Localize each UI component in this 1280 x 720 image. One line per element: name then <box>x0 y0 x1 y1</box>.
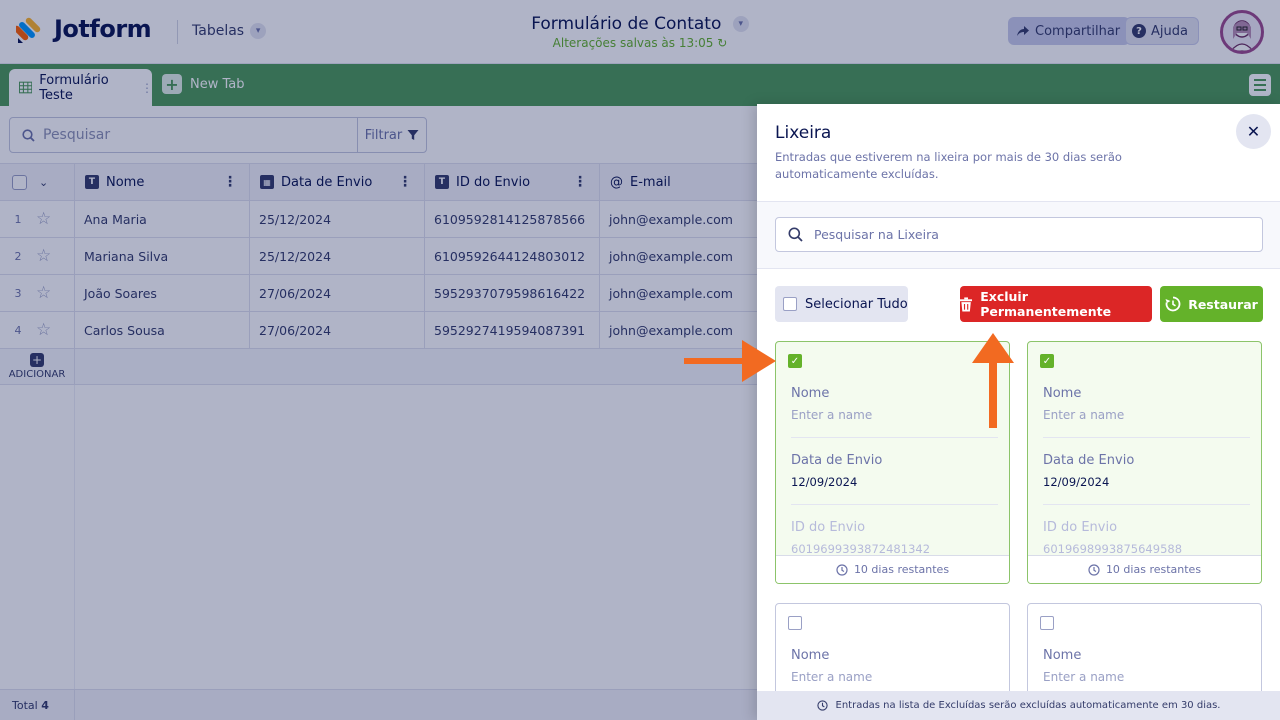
field-divider <box>791 504 998 505</box>
remaining-days-text: 10 dias restantes <box>1105 563 1202 576</box>
restore-clock-icon <box>1165 296 1181 312</box>
remaining-days-text: 10 dias restantes <box>853 563 950 576</box>
field-label: Nome <box>1043 386 1082 401</box>
restore-label: Restaurar <box>1188 296 1258 312</box>
remaining-days: 10 dias restantes <box>1028 555 1261 583</box>
trash-entry-card[interactable]: ✓ Nome Enter a name Data de Envio 12/09/… <box>1027 341 1262 584</box>
trash-search <box>775 217 1263 252</box>
field-divider <box>1043 504 1250 505</box>
field-placeholder: Enter a name <box>791 670 873 684</box>
field-divider <box>1043 437 1250 438</box>
entry-checkbox[interactable]: ✓ <box>1040 354 1054 368</box>
field-placeholder: Enter a name <box>791 408 873 422</box>
field-placeholder: Enter a name <box>1043 408 1125 422</box>
restore-button[interactable]: Restaurar <box>1160 286 1263 322</box>
entry-checkbox[interactable] <box>788 616 802 630</box>
close-icon: ✕ <box>1246 122 1261 141</box>
panel-title: Lixeira <box>775 123 832 143</box>
remaining-days: 10 dias restantes <box>776 555 1009 583</box>
field-label: Nome <box>1043 648 1082 663</box>
field-value: 6019699393872481342 <box>791 542 931 556</box>
search-icon <box>788 227 803 242</box>
arrow-right-icon <box>684 340 776 382</box>
select-all-label: Selecionar Tudo <box>805 296 908 312</box>
panel-subtitle: Entradas que estiverem na lixeira por ma… <box>775 150 1122 181</box>
field-placeholder: Enter a name <box>1043 670 1125 684</box>
field-label: ID do Envio <box>1043 520 1118 535</box>
trash-panel: Lixeira Entradas que estiverem na lixeir… <box>757 104 1280 720</box>
field-divider <box>791 437 998 438</box>
footer-note-text: Entradas na lista de Excluídas serão exc… <box>835 700 1221 711</box>
arrow-up-icon <box>972 333 1014 428</box>
clock-icon <box>836 563 848 576</box>
trash-footer-note: Entradas na lista de Excluídas serão exc… <box>757 691 1280 720</box>
checkmark-icon: ✓ <box>1042 355 1052 367</box>
field-label: Data de Envio <box>791 453 883 468</box>
select-all-button[interactable]: Selecionar Tudo <box>775 286 908 322</box>
field-value: 12/09/2024 <box>791 475 858 489</box>
trash-icon <box>960 296 973 312</box>
field-label: Nome <box>791 386 830 401</box>
close-button[interactable]: ✕ <box>1236 114 1271 149</box>
field-value: 12/09/2024 <box>1043 475 1110 489</box>
field-label: Nome <box>791 648 830 663</box>
delete-permanently-button[interactable]: Excluir Permanentemente <box>960 286 1152 322</box>
divider <box>757 268 1280 269</box>
field-value: 6019698993875649588 <box>1043 542 1183 556</box>
select-all-checkbox[interactable] <box>783 297 797 311</box>
field-label: ID do Envio <box>791 520 866 535</box>
trash-search-input[interactable] <box>814 227 1234 242</box>
entry-checkbox[interactable] <box>1040 616 1054 630</box>
entry-checkbox[interactable]: ✓ <box>788 354 802 368</box>
checkmark-icon: ✓ <box>790 355 800 367</box>
delete-label: Excluir Permanentemente <box>980 289 1112 319</box>
clock-icon <box>1088 563 1100 576</box>
field-label: Data de Envio <box>1043 453 1135 468</box>
clock-icon <box>816 700 828 711</box>
trash-search-area <box>757 202 1280 268</box>
